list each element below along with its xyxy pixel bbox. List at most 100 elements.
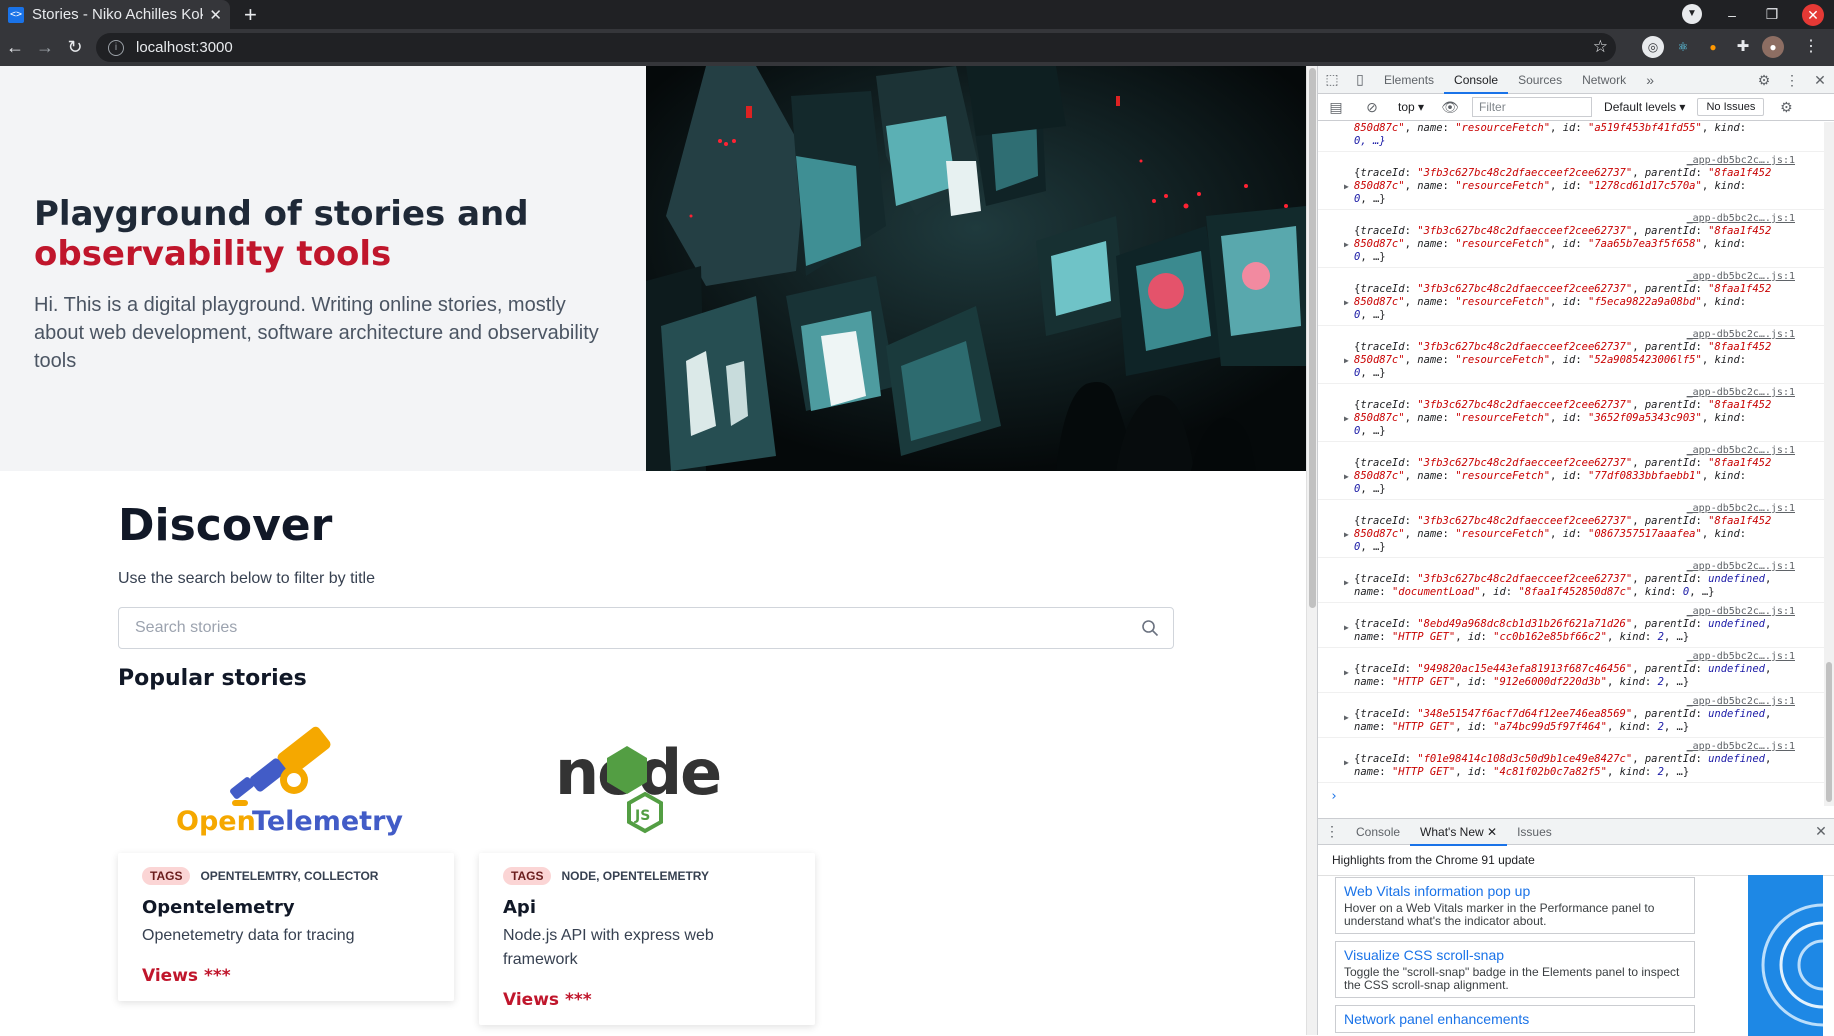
react-devtools-icon[interactable]: ⚛ (1672, 36, 1694, 58)
story-card[interactable]: TAGS NODE, OPENTELEMETRY Api Node.js API… (479, 853, 815, 1025)
expand-triangle-icon[interactable]: ▶ (1344, 412, 1349, 425)
source-link[interactable]: _app-db5bc2c….js:1 (1687, 605, 1795, 618)
source-link[interactable]: _app-db5bc2c….js:1 (1687, 560, 1795, 573)
address-bar[interactable]: i localhost:3000 ☆ (96, 33, 1616, 62)
source-link[interactable]: _app-db5bc2c….js:1 (1687, 695, 1795, 708)
opentelemetry-logo[interactable]: Open Telemetry (170, 720, 410, 837)
story-title[interactable]: Opentelemetry (142, 897, 430, 918)
expand-triangle-icon[interactable]: ▶ (1344, 180, 1349, 193)
news-title[interactable]: Visualize CSS scroll-snap (1344, 947, 1686, 963)
console-scrollbar[interactable] (1824, 122, 1834, 806)
devtools-close-icon[interactable]: ✕ (1806, 72, 1834, 89)
console-message[interactable]: _app-db5bc2c….js:1 ▶ {traceId: "3fb3c627bc… (1318, 268, 1834, 326)
tab-elements[interactable]: Elements (1374, 66, 1444, 94)
close-window-button[interactable]: ✕ (1802, 3, 1824, 26)
console-prompt[interactable]: › (1318, 783, 1834, 804)
tab-network[interactable]: Network (1572, 66, 1636, 94)
device-toolbar-icon[interactable]: ▯ (1346, 71, 1374, 88)
console-message[interactable]: _app-db5bc2c….js:1 ▶ {traceId: "3fb3c627bc… (1318, 326, 1834, 384)
console-message[interactable]: _app-db5bc2c….js:1 ▶ {traceId: "348e51547f… (1318, 693, 1834, 738)
extension-icon[interactable]: ◎ (1642, 36, 1664, 58)
story-views: Views *** (503, 990, 592, 1010)
drawer-tab-whats-new[interactable]: What's New ✕ (1410, 818, 1508, 846)
story-card[interactable]: TAGS OPENTELEMTRY, COLLECTOR Opentelemet… (118, 853, 454, 1001)
source-link[interactable]: _app-db5bc2c….js:1 (1687, 386, 1795, 399)
page-scrollbar-thumb[interactable] (1309, 68, 1316, 608)
expand-triangle-icon[interactable]: ▶ (1344, 470, 1349, 483)
reload-icon[interactable]: ↻ (60, 37, 90, 58)
extensions-puzzle-icon[interactable]: ✚ (1732, 36, 1754, 58)
expand-triangle-icon[interactable]: ▶ (1344, 576, 1349, 589)
browser-tab[interactable]: <> Stories - Niko Achilles Kok ✕ (0, 0, 230, 29)
console-message[interactable]: _app-db5bc2c….js:1 ▶ {traceId: "3fb3c627bc… (1318, 442, 1834, 500)
source-link[interactable]: _app-db5bc2c….js:1 (1687, 212, 1795, 225)
minimize-button[interactable]: – (1712, 7, 1752, 23)
source-link[interactable]: _app-db5bc2c….js:1 (1687, 444, 1795, 457)
news-title[interactable]: Web Vitals information pop up (1344, 883, 1686, 899)
search-icon[interactable] (1141, 619, 1159, 637)
console-message[interactable]: _app-db5bc2c….js:1 ▶ {traceId: "8ebd49a968… (1318, 603, 1834, 648)
console-scrollbar-thumb[interactable] (1826, 662, 1832, 802)
news-item[interactable]: Web Vitals information pop up Hover on a… (1335, 877, 1695, 934)
chrome-menu-icon[interactable]: ⋮ (1800, 36, 1822, 58)
expand-triangle-icon[interactable]: ▶ (1344, 756, 1349, 769)
forward-icon[interactable]: → (30, 37, 60, 58)
cookie-extension-icon[interactable]: ● (1702, 36, 1724, 58)
page-scrollbar[interactable] (1306, 66, 1317, 1035)
context-selector[interactable]: top ▾ (1394, 100, 1428, 114)
expand-triangle-icon[interactable]: ▶ (1344, 621, 1349, 634)
source-link[interactable]: _app-db5bc2c….js:1 (1687, 270, 1795, 283)
expand-triangle-icon[interactable]: ▶ (1344, 354, 1349, 367)
drawer-tab-console[interactable]: Console (1346, 818, 1410, 846)
restore-button[interactable]: ❐ (1752, 6, 1792, 23)
back-icon[interactable]: ← (0, 37, 30, 58)
console-message[interactable]: _app-db5bc2c….js:1 ▶ {traceId: "3fb3c627bc… (1318, 152, 1834, 210)
drawer-tab-issues[interactable]: Issues (1507, 818, 1562, 846)
tab-sources[interactable]: Sources (1508, 66, 1572, 94)
console-settings-icon[interactable]: ⚙ (1772, 99, 1800, 116)
console-message[interactable]: _app-db5bc2c….js:1 ▶ {traceId: "f01e98414c… (1318, 738, 1834, 783)
expand-triangle-icon[interactable]: ▶ (1344, 528, 1349, 541)
source-link[interactable]: _app-db5bc2c….js:1 (1687, 154, 1795, 167)
console-message[interactable]: _app-db5bc2c….js:1 ▶ {traceId: "3fb3c627bc… (1318, 500, 1834, 558)
source-link[interactable]: _app-db5bc2c….js:1 (1687, 328, 1795, 341)
expand-triangle-icon[interactable]: ▶ (1344, 666, 1349, 679)
drawer-close-icon[interactable]: ✕ (1807, 823, 1834, 840)
close-tab-icon[interactable]: ✕ (209, 6, 222, 24)
svg-text:JS: JS (634, 808, 650, 824)
news-item[interactable]: Network panel enhancements (1335, 1005, 1695, 1033)
search-input[interactable] (118, 607, 1174, 649)
source-link[interactable]: _app-db5bc2c….js:1 (1687, 650, 1795, 663)
console-message[interactable]: _app-db5bc2c….js:1 ▶ {traceId: "3fb3c627bc… (1318, 384, 1834, 442)
profile-avatar[interactable]: ● (1762, 36, 1784, 58)
tab-console[interactable]: Console (1444, 66, 1509, 94)
console-message[interactable]: _app-db5bc2c….js:1 ▶ {traceId: "3fb3c627bc… (1318, 210, 1834, 268)
console-message[interactable]: 850d87c", name: "resourceFetch", id: "a5… (1318, 122, 1834, 152)
expand-triangle-icon[interactable]: ▶ (1344, 711, 1349, 724)
news-item[interactable]: Visualize CSS scroll-snap Toggle the "sc… (1335, 941, 1695, 998)
site-info-icon[interactable]: i (108, 39, 124, 56)
source-link[interactable]: _app-db5bc2c….js:1 (1687, 502, 1795, 515)
inspect-element-icon[interactable]: ⬚ (1318, 71, 1346, 88)
expand-triangle-icon[interactable]: ▶ (1344, 238, 1349, 251)
issues-counter[interactable]: No Issues (1697, 98, 1765, 116)
console-filter-input[interactable] (1472, 97, 1593, 117)
log-levels-dropdown[interactable]: Default levels ▾ (1600, 100, 1689, 114)
expand-triangle-icon[interactable]: ▶ (1344, 296, 1349, 309)
nodejs-logo[interactable]: node JS (555, 726, 745, 836)
live-expression-eye-icon[interactable]: 👁 (1436, 99, 1464, 116)
devtools-menu-icon[interactable]: ⋮ (1778, 72, 1806, 89)
sidebar-toggle-icon[interactable]: ▤ (1322, 99, 1350, 116)
bookmark-star-icon[interactable]: ☆ (1593, 37, 1608, 57)
tab-search-icon[interactable]: ▼ (1682, 4, 1702, 24)
more-tabs-icon[interactable]: » (1636, 72, 1664, 88)
story-title[interactable]: Api (503, 897, 791, 918)
source-link[interactable]: _app-db5bc2c….js:1 (1687, 740, 1795, 753)
new-tab-button[interactable]: + (244, 2, 257, 28)
console-message[interactable]: _app-db5bc2c….js:1 ▶ {traceId: "949820ac15… (1318, 648, 1834, 693)
clear-console-icon[interactable]: ⊘ (1358, 99, 1386, 116)
drawer-menu-icon[interactable]: ⋮ (1318, 823, 1346, 840)
devtools-settings-icon[interactable]: ⚙ (1750, 72, 1778, 89)
console-message[interactable]: _app-db5bc2c….js:1 ▶ {traceId: "3fb3c627bc… (1318, 558, 1834, 603)
news-title[interactable]: Network panel enhancements (1344, 1011, 1686, 1027)
